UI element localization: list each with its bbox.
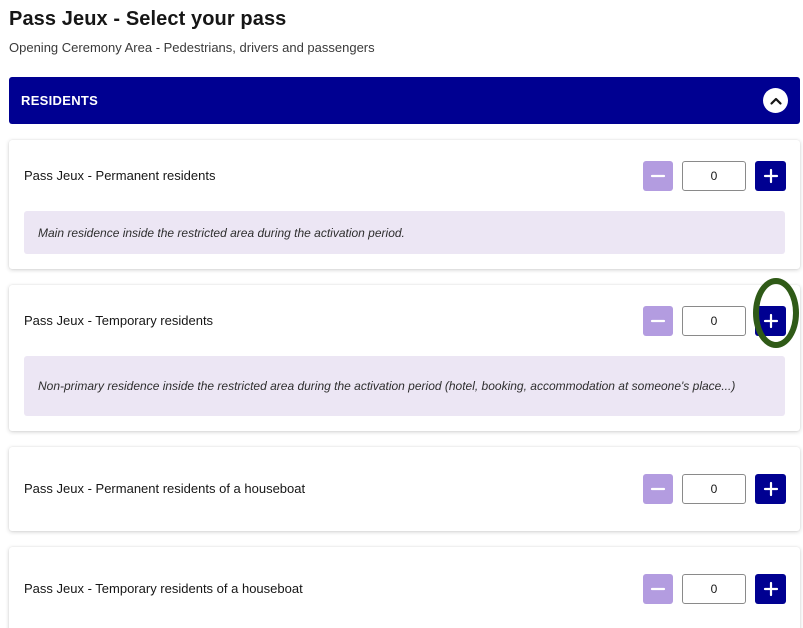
minus-icon [650, 174, 666, 178]
plus-icon [763, 168, 778, 184]
pass-title: Pass Jeux - Temporary residents [24, 313, 214, 328]
increase-button[interactable] [755, 474, 786, 504]
minus-icon [650, 587, 666, 591]
pass-card-temporary-residents: Pass Jeux - Temporary residents Non-prim… [9, 285, 800, 431]
quantity-input[interactable] [682, 161, 746, 191]
decrease-button[interactable] [643, 574, 673, 604]
minus-icon [650, 487, 666, 491]
decrease-button[interactable] [643, 306, 673, 336]
minus-icon [650, 319, 666, 323]
plus-icon [763, 581, 778, 597]
chevron-up-icon [769, 97, 782, 105]
pass-card-temporary-houseboat: Pass Jeux - Temporary residents of a hou… [9, 547, 800, 628]
pass-card-permanent-houseboat: Pass Jeux - Permanent residents of a hou… [9, 447, 800, 531]
pass-card-permanent-residents: Pass Jeux - Permanent residents Main res… [9, 140, 800, 269]
plus-icon [763, 481, 778, 497]
decrease-button[interactable] [643, 474, 673, 504]
pass-title: Pass Jeux - Permanent residents of a hou… [24, 481, 306, 496]
page-title: Pass Jeux - Select your pass [9, 8, 287, 30]
quantity-stepper [643, 161, 786, 191]
page-subtitle: Opening Ceremony Area - Pedestrians, dri… [9, 40, 375, 55]
quantity-stepper [643, 574, 786, 604]
increase-button[interactable] [755, 306, 786, 336]
pass-description: Non-primary residence inside the restric… [24, 356, 785, 416]
quantity-stepper [643, 474, 786, 504]
quantity-input[interactable] [682, 306, 746, 336]
pass-title: Pass Jeux - Temporary residents of a hou… [24, 581, 303, 596]
section-header-label: RESIDENTS [21, 93, 99, 108]
collapse-section-button[interactable] [763, 88, 788, 113]
plus-icon [763, 313, 778, 329]
pass-title: Pass Jeux - Permanent residents [24, 168, 216, 183]
increase-button[interactable] [755, 574, 786, 604]
increase-button[interactable] [755, 161, 786, 191]
quantity-input[interactable] [682, 474, 746, 504]
pass-description: Main residence inside the restricted are… [24, 211, 785, 254]
quantity-stepper [643, 306, 786, 336]
pass-selection-page: Pass Jeux - Select your pass Opening Cer… [0, 0, 803, 628]
residents-section-header[interactable]: RESIDENTS [9, 77, 800, 124]
quantity-input[interactable] [682, 574, 746, 604]
decrease-button[interactable] [643, 161, 673, 191]
